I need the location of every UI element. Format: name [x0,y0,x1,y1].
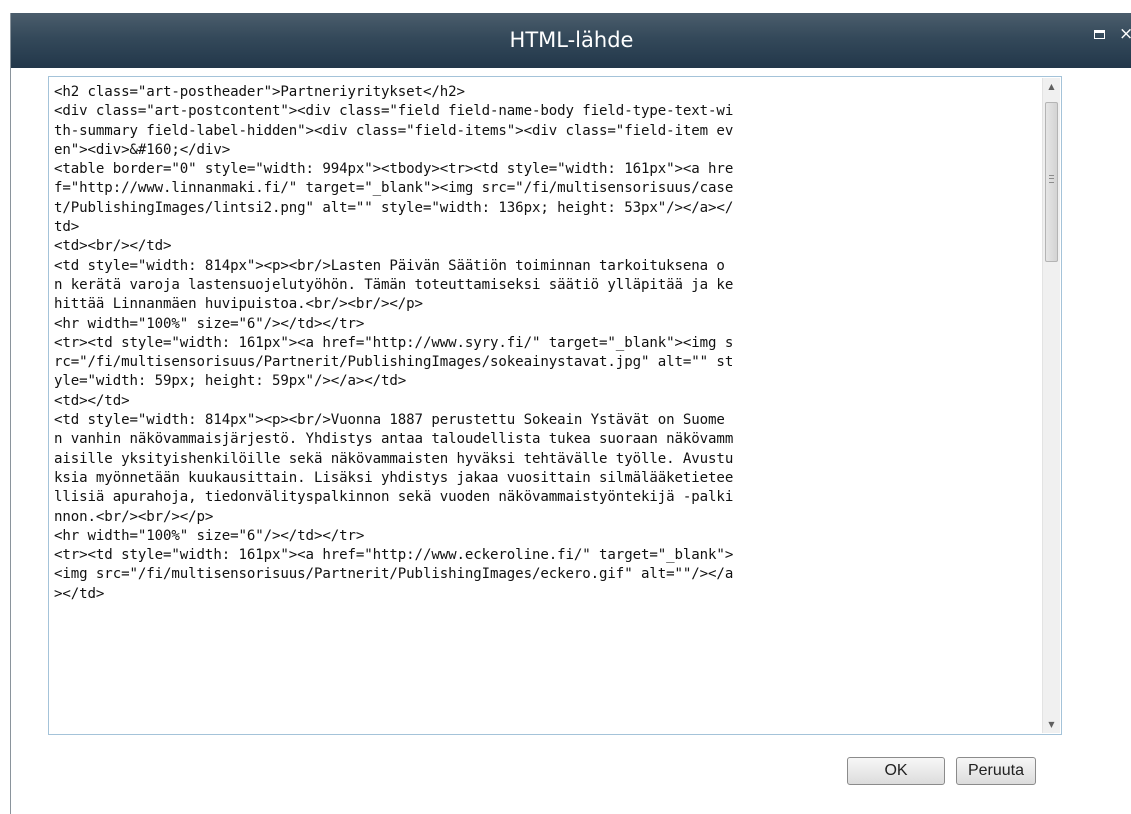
source-line: nnon.<br/><br/></p> [54,508,214,525]
source-line: llisiä apurahoja, tiedonvälityspalkinnon… [54,489,734,506]
source-line: yle="width: 59px; height: 59px"/></a></t… [54,373,407,390]
dialog-title: HTML-lähde [509,28,634,52]
dialog-titlebar[interactable]: HTML-lähde × [11,13,1131,68]
vertical-scrollbar[interactable]: ▲ ▼ [1042,78,1060,733]
html-source-dialog: HTML-lähde × <h2 class="art-postheader">… [10,13,1131,814]
source-line: td> [54,219,80,236]
source-line: <td></td> [54,392,130,409]
source-line: <h2 class="art-postheader">Partneriyrity… [54,84,465,100]
source-line: <td style="width: 814px"><p><br/>Vuonna … [54,412,725,429]
source-line: ksia myönnetään kuukausittain. Lisäksi y… [54,469,734,486]
ok-button[interactable]: OK [847,757,945,785]
scroll-down-arrow-icon[interactable]: ▼ [1043,716,1060,733]
source-line: n kerätä varoja lastensuojelutyöhön. Täm… [54,276,734,293]
source-line: <hr width="100%" size="6"/></td></tr> [54,315,365,332]
html-source-textarea[interactable]: <h2 class="art-postheader">Partneriyrity… [54,83,1039,731]
source-line: <table border="0" style="width: 994px"><… [54,161,734,178]
source-line: <td style="width: 814px"><p><br/>Lasten … [54,257,725,274]
cancel-button[interactable]: Peruuta [956,757,1036,785]
source-line: aisille yksityishenkilöille sekä näkövam… [54,450,734,467]
source-line: hittää Linnanmäen huvipuistoa.<br/><br/>… [54,296,423,313]
source-line: ></td> [54,585,105,602]
source-line: <div class="art-postcontent"><div class=… [54,103,734,120]
source-line: <hr width="100%" size="6"/></td></tr> [54,527,365,544]
scrollbar-thumb[interactable] [1045,102,1058,262]
scrollbar-grip-icon [1049,175,1054,183]
source-line: <tr><td style="width: 161px"><a href="ht… [54,334,734,351]
source-line: <img src="/fi/multisensorisuus/Partnerit… [54,566,734,583]
source-line: <tr><td style="width: 161px"><a href="ht… [54,547,734,564]
close-icon[interactable]: × [1119,23,1131,45]
html-source-editor[interactable]: <h2 class="art-postheader">Partneriyrity… [48,76,1062,735]
maximize-icon[interactable] [1094,30,1105,39]
source-line: <td><br/></td> [54,238,172,255]
source-line: t/PublishingImages/lintsi2.png" alt="" s… [54,199,734,216]
source-line: n vanhin näkövammaisjärjestö. Yhdistys a… [54,431,734,448]
source-line: f="http://www.linnanmaki.fi/" target="_b… [54,180,734,197]
source-line: th-summary field-label-hidden"><div clas… [54,122,734,139]
scroll-up-arrow-icon[interactable]: ▲ [1043,78,1060,95]
source-line: en"><div>&#160;</div> [54,141,231,158]
source-line: rc="/fi/multisensorisuus/Partnerit/Publi… [54,354,734,371]
